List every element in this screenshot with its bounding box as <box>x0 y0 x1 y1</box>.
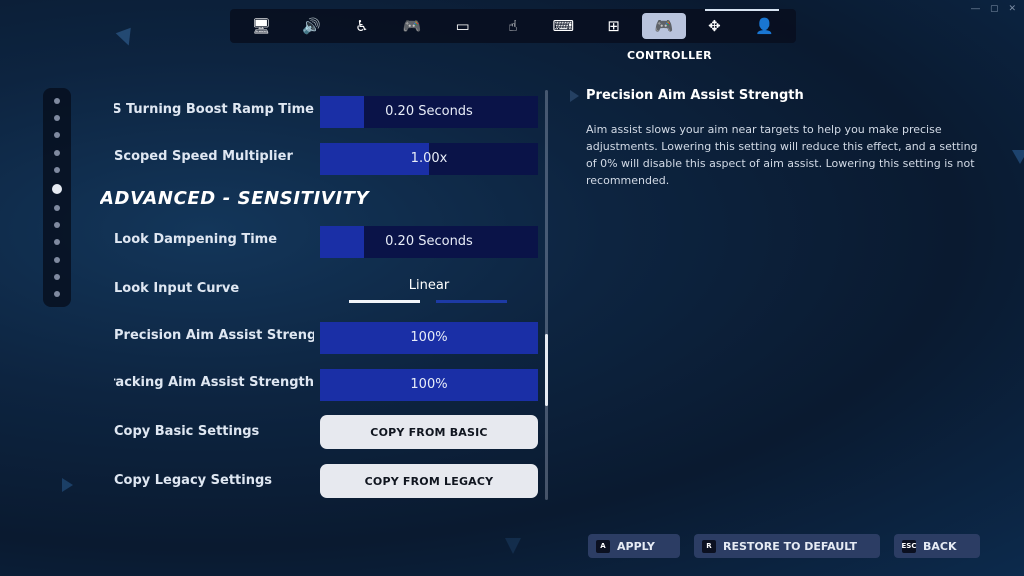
setting-row-turning-boost-ramp[interactable]: ADS Turning Boost Ramp Time 0.20 Seconds <box>100 93 540 129</box>
settings-scrollbar[interactable] <box>545 90 548 500</box>
background-triangle <box>62 478 73 492</box>
slider-value: 1.00x <box>410 151 448 166</box>
window-icon[interactable]: ▭ <box>441 13 485 39</box>
scoped-speed-slider[interactable]: 1.00x <box>320 143 538 175</box>
key-hint: ESC <box>902 539 916 553</box>
description-title: Precision Aim Assist Strength <box>586 88 804 103</box>
pager-dot[interactable] <box>54 239 60 246</box>
apply-button[interactable]: A APPLY <box>588 534 680 558</box>
slider-value: 100% <box>410 377 448 392</box>
pager-dot[interactable] <box>52 183 62 194</box>
copy-from-legacy-button[interactable]: COPY FROM LEGACY <box>320 464 538 498</box>
setting-label: Look Dampening Time <box>114 232 278 247</box>
description-text: Aim assist slows your aim near targets t… <box>586 123 978 187</box>
active-tab-indicator <box>705 9 779 11</box>
selector-value: Linear <box>408 278 450 293</box>
tracking-aim-slider[interactable]: 100% <box>320 369 538 401</box>
account-icon[interactable]: 👤 <box>743 13 787 39</box>
key-hint: R <box>702 539 716 553</box>
button-label: RESTORE TO DEFAULT <box>723 539 857 553</box>
active-tab-label: CONTROLLER <box>627 49 712 62</box>
setting-row-look-input-curve[interactable]: Look Input Curve Linear <box>100 272 540 308</box>
slider-value: 100% <box>410 330 448 345</box>
setting-row-precision-aim[interactable]: Precision Aim Assist Strength 100% <box>100 319 540 355</box>
setting-label: Copy Legacy Settings <box>114 473 273 488</box>
monitor-icon[interactable]: 🖥 <box>239 13 283 39</box>
setting-label: Tracking Aim Assist Strength <box>114 375 314 390</box>
gamepad-touch-icon[interactable]: 🎮 <box>390 13 434 39</box>
look-input-curve-selector[interactable]: Linear <box>320 272 538 308</box>
slider-value: 0.20 Seconds <box>385 234 473 249</box>
option-indicator <box>436 300 507 303</box>
pager-dot[interactable] <box>54 290 60 297</box>
pager-dot[interactable] <box>54 115 60 122</box>
setting-row-tracking-aim[interactable]: Tracking Aim Assist Strength 100% <box>100 366 540 402</box>
pager-dot[interactable] <box>54 222 60 229</box>
settings-tab-bar: 🖥 🔊 ♿ 🎮 ▭ ☝ ⌨ ⊞ 🎮 ✥ 👤 <box>230 9 796 43</box>
setting-label: Scoped Speed Multiplier <box>114 149 293 164</box>
look-dampening-slider[interactable]: 0.20 Seconds <box>320 226 538 258</box>
precision-aim-slider[interactable]: 100% <box>320 322 538 354</box>
background-triangle <box>1012 150 1024 164</box>
window-controls: ― ▢ ✕ <box>971 4 1016 14</box>
footer-actions: A APPLY R RESTORE TO DEFAULT ESC BACK <box>588 534 980 558</box>
setting-label: Look Input Curve <box>114 281 240 296</box>
speaker-icon[interactable]: 🔊 <box>290 13 334 39</box>
setting-row-look-dampening[interactable]: Look Dampening Time 0.20 Seconds <box>100 223 540 259</box>
pager-dot[interactable] <box>54 149 60 156</box>
close-icon[interactable]: ✕ <box>1008 4 1016 14</box>
setting-row-copy-basic: Copy Basic Settings COPY FROM BASIC <box>100 415 540 451</box>
button-label: BACK <box>923 539 957 553</box>
pager-dot[interactable] <box>54 98 60 104</box>
setting-label: Copy Basic Settings <box>114 424 260 439</box>
maximize-icon[interactable]: ▢ <box>990 4 999 14</box>
copy-from-basic-button[interactable]: COPY FROM BASIC <box>320 415 538 449</box>
touch-icon[interactable]: ☝ <box>491 13 535 39</box>
key-hint: A <box>596 539 610 553</box>
background-triangle <box>570 90 579 102</box>
back-button[interactable]: ESC BACK <box>894 534 980 558</box>
minimize-icon[interactable]: ― <box>971 4 980 14</box>
settings-list: ADS Turning Boost Ramp Time 0.20 Seconds… <box>100 88 540 500</box>
pager-dot[interactable] <box>54 166 60 173</box>
setting-label: Precision Aim Assist Strength <box>114 328 314 343</box>
pager-dot[interactable] <box>54 132 60 139</box>
restore-default-button[interactable]: R RESTORE TO DEFAULT <box>694 534 880 558</box>
section-pager <box>43 88 71 307</box>
scrollbar-thumb[interactable] <box>545 334 548 406</box>
accessibility-icon[interactable]: ♿ <box>340 13 384 39</box>
turning-boost-ramp-slider[interactable]: 0.20 Seconds <box>320 96 538 128</box>
setting-row-scoped-speed[interactable]: Scoped Speed Multiplier 1.00x <box>100 140 540 176</box>
keyboard-mouse-icon[interactable]: ⌨ <box>541 13 585 39</box>
slider-value: 0.20 Seconds <box>385 104 473 119</box>
background-triangle <box>505 538 521 554</box>
option-indicator-selected <box>349 300 420 303</box>
button-label: APPLY <box>617 539 655 553</box>
dpad-icon[interactable]: ✥ <box>692 13 736 39</box>
pager-dot[interactable] <box>54 256 60 263</box>
setting-label: ADS Turning Boost Ramp Time <box>114 102 314 117</box>
network-icon[interactable]: ⊞ <box>592 13 636 39</box>
controller-icon[interactable]: 🎮 <box>642 13 687 39</box>
pager-dot[interactable] <box>54 205 60 212</box>
background-triangle <box>115 27 137 49</box>
setting-row-copy-legacy: Copy Legacy Settings COPY FROM LEGACY <box>100 464 540 500</box>
section-heading: ADVANCED - SENSITIVITY <box>100 188 370 209</box>
pager-dot[interactable] <box>54 273 60 280</box>
